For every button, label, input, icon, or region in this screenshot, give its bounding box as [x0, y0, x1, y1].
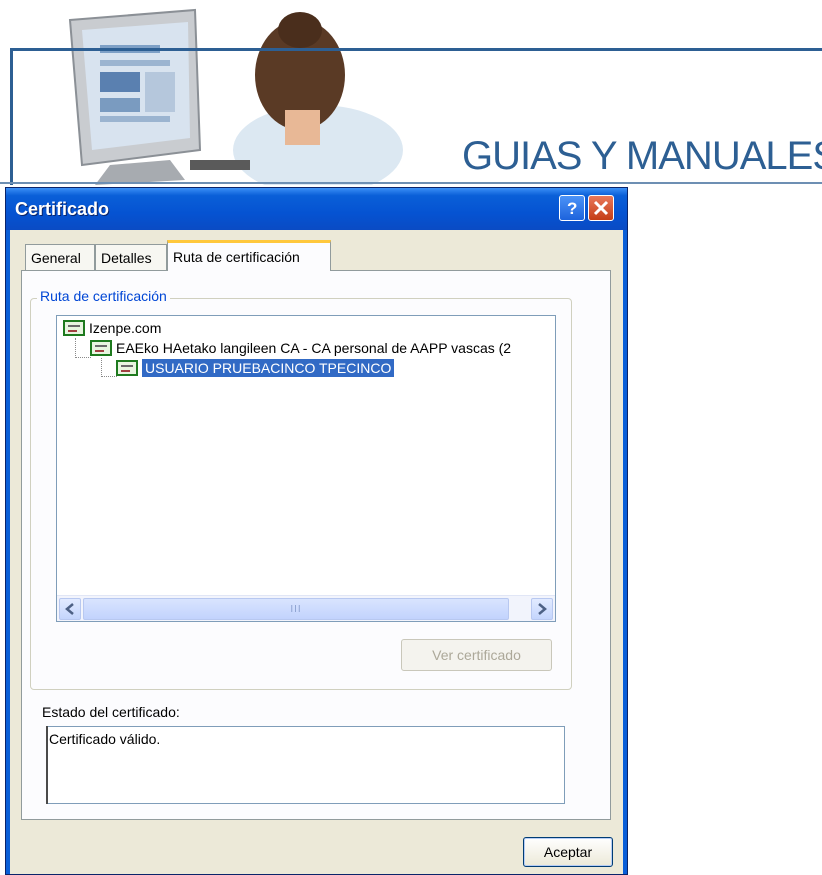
- ok-button[interactable]: Aceptar: [523, 837, 613, 867]
- certificate-status-label: Estado del certificado:: [42, 704, 180, 720]
- tree-item-label: Izenpe.com: [89, 320, 162, 336]
- view-certificate-button[interactable]: Ver certificado: [401, 639, 552, 671]
- banner: GUIAS Y MANUALES: [0, 0, 822, 185]
- certification-path-tree[interactable]: Izenpe.com EAEko HAetako langileen CA - …: [56, 315, 556, 622]
- certificate-dialog: Certificado ? General Detalles Ruta de c…: [5, 187, 628, 875]
- banner-rule-vertical: [10, 48, 13, 185]
- help-icon: ?: [567, 199, 577, 217]
- tab-detalles[interactable]: Detalles: [95, 244, 167, 270]
- tree-item-selected[interactable]: USUARIO PRUEBACINCO TPECINCO: [116, 358, 395, 378]
- tree-item-root[interactable]: Izenpe.com: [63, 318, 161, 338]
- scroll-left-button[interactable]: [59, 598, 81, 620]
- tree-item-intermediate[interactable]: EAEko HAetako langileen CA - CA personal…: [90, 338, 511, 358]
- banner-rule: [10, 48, 822, 51]
- tree-item-label: EAEko HAetako langileen CA - CA personal…: [116, 340, 512, 356]
- certificate-status-box: Certificado válido.: [46, 726, 565, 804]
- certificate-icon: [116, 360, 138, 376]
- tree-item-label: USUARIO PRUEBACINCO TPECINCO: [142, 359, 395, 377]
- scroll-thumb[interactable]: III: [83, 598, 509, 620]
- close-icon: [593, 200, 609, 216]
- tab-general[interactable]: General: [25, 244, 95, 270]
- banner-bottom-rule: [0, 182, 822, 184]
- chevron-right-icon: [538, 603, 547, 615]
- title-bar[interactable]: Certificado ?: [6, 188, 627, 230]
- certificate-status-text: Certificado válido.: [49, 731, 161, 747]
- dialog-title: Certificado: [15, 199, 110, 219]
- banner-title: GUIAS Y MANUALES: [462, 134, 822, 178]
- certificate-icon: [90, 340, 112, 356]
- scroll-right-button[interactable]: [531, 598, 553, 620]
- banner-illustration: [68, 8, 403, 185]
- certificate-icon: [63, 320, 85, 336]
- svg-text:?: ?: [567, 199, 577, 217]
- horizontal-scrollbar[interactable]: III: [57, 595, 555, 621]
- person-illustration: [190, 12, 403, 185]
- tab-ruta-de-certificacion[interactable]: Ruta de certificación: [167, 240, 331, 271]
- group-label: Ruta de certificación: [37, 288, 170, 304]
- chevron-left-icon: [65, 603, 74, 615]
- help-button[interactable]: ?: [559, 195, 585, 221]
- monitor-illustration: [68, 8, 202, 185]
- close-button[interactable]: [588, 195, 614, 221]
